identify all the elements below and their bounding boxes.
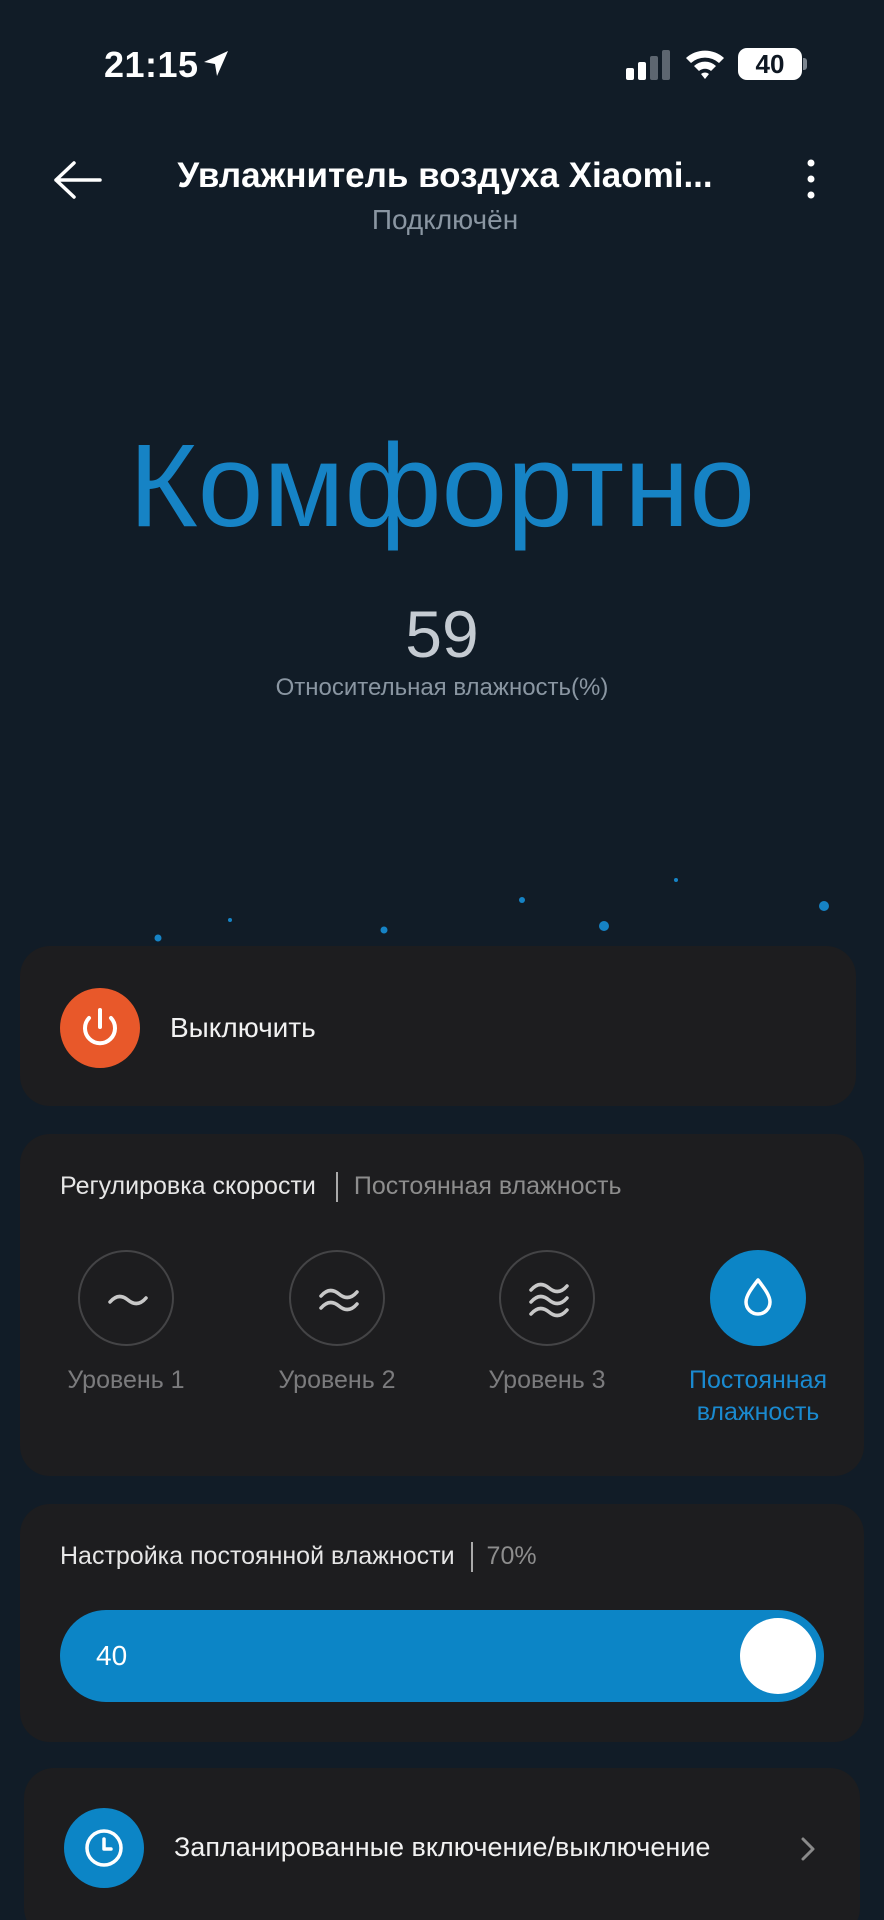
comfort-state: Комфортно (128, 420, 756, 552)
speed-level-1[interactable]: Уровень 1 (36, 1250, 216, 1396)
wave-3-icon[interactable] (499, 1250, 595, 1346)
speed-title: Регулировка скорости (60, 1172, 316, 1200)
speed-level-label: Уровень 1 (67, 1366, 185, 1394)
wave-1-icon[interactable] (78, 1250, 174, 1346)
humidity-slider[interactable]: 40 (60, 1610, 824, 1702)
speed-level-label: Постоянная влажность (688, 1366, 828, 1426)
schedule-label: Запланированные включение/выключение (174, 1832, 711, 1862)
humidity-value: 59 (405, 597, 479, 671)
speed-current-mode: Постоянная влажность (353, 1172, 622, 1200)
power-label: Выключить (170, 1012, 316, 1043)
speed-level-2[interactable]: Уровень 2 (247, 1250, 427, 1396)
speed-level-3[interactable]: Уровень 3 (457, 1250, 637, 1396)
header-divider (335, 1172, 338, 1203)
schedule-card[interactable]: Запланированные включение/выключение (24, 1768, 860, 1920)
back-arrow-icon[interactable] (52, 158, 104, 202)
location-arrow-icon (204, 51, 228, 76)
slider-value: 40 (96, 1640, 128, 1671)
signal-icon (626, 50, 670, 80)
screen: 21:15 40 Увлажнитель воздуха Xiaomi... П… (0, 0, 884, 1920)
speed-level-label: Уровень 3 (488, 1366, 606, 1394)
header-divider (470, 1542, 473, 1573)
more-menu-icon[interactable] (796, 158, 826, 200)
power-icon (83, 1008, 117, 1046)
slider-knob[interactable] (740, 1618, 816, 1694)
droplet-icon[interactable] (710, 1250, 806, 1346)
humidity-target: 70% (486, 1542, 537, 1570)
speed-level-constant[interactable]: Постоянная влажность (668, 1250, 848, 1428)
humidity-setting-title: Настройка постоянной влажности (60, 1542, 455, 1570)
speed-level-label: Уровень 2 (278, 1366, 396, 1394)
mist-dots-decoration (154, 878, 829, 942)
wave-2-icon[interactable] (289, 1250, 385, 1346)
humidity-setting-header: Настройка постоянной влажности 70% (60, 1542, 537, 1573)
device-title: Увлажнитель воздуха Xiaomi... (177, 156, 713, 195)
wifi-icon (686, 50, 724, 79)
speed-card: Регулировка скорости Постоянная влажность… (20, 1134, 864, 1476)
clock-icon (64, 1808, 144, 1888)
battery-nub (803, 58, 807, 70)
humidity-label: Относительная влажность(%) (275, 674, 609, 701)
status-time: 21:15 (104, 44, 199, 85)
battery-level: 40 (755, 49, 785, 79)
humidity-setting-card: Настройка постоянной влажности 70% 40 (20, 1504, 864, 1742)
chevron-right-icon (801, 1837, 815, 1861)
power-button[interactable] (60, 988, 140, 1068)
connection-status: Подключён (371, 204, 519, 235)
power-card[interactable]: Выключить (20, 946, 856, 1106)
speed-header: Регулировка скорости Постоянная влажность (60, 1172, 622, 1203)
